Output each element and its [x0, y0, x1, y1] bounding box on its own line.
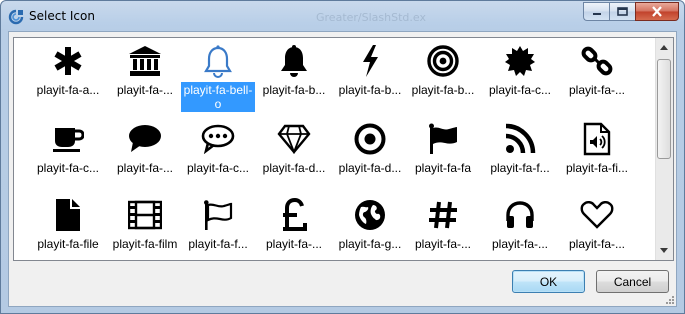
title-bar[interactable]: Select Icon Greater/SlashStd.ex	[1, 1, 684, 31]
flag-o-icon	[198, 196, 238, 234]
icon-item-label: playit-fa-f...	[490, 161, 550, 175]
icon-item-label: playit-fa-...	[491, 237, 548, 251]
headphones-icon	[500, 196, 540, 234]
diamond-icon	[274, 120, 314, 158]
bullseye-icon	[423, 42, 463, 80]
select-icon-dialog: Select Icon Greater/SlashStd.ex playit-f…	[0, 0, 685, 314]
file-icon	[48, 196, 88, 234]
vertical-scrollbar[interactable]	[655, 38, 673, 260]
gbp-icon	[274, 196, 314, 234]
film-icon	[125, 196, 165, 234]
icon-item[interactable]: playit-fa-...	[107, 42, 183, 98]
icon-item-label: playit-fa-c...	[36, 161, 99, 175]
icon-item[interactable]: playit-fa-b...	[256, 42, 332, 98]
icon-item-label: playit-fa-d...	[262, 161, 326, 175]
scroll-up-button[interactable]	[656, 39, 672, 56]
icon-item-label: playit-fa-...	[116, 83, 173, 97]
bank-icon	[125, 42, 165, 80]
heart-o-icon	[577, 196, 617, 234]
icon-item[interactable]: playit-fa-f...	[482, 120, 558, 176]
icon-item-label: playit-fa-fa	[414, 161, 472, 175]
icon-item-label: playit-fa-...	[568, 83, 625, 97]
icon-item[interactable]: playit-fa-f...	[180, 196, 256, 252]
icon-item[interactable]: playit-fa-c...	[180, 120, 256, 176]
window-title: Select Icon	[29, 9, 95, 23]
icon-item[interactable]: playit-fa-fa	[405, 120, 481, 176]
scrollbar-thumb[interactable]	[657, 59, 671, 159]
icon-item-label: playit-fa-bell-o	[181, 82, 255, 112]
icon-item[interactable]: playit-fa-c...	[30, 120, 106, 176]
coffee-icon	[48, 120, 88, 158]
caption-buttons	[583, 2, 679, 21]
icon-item[interactable]: playit-fa-...	[405, 196, 481, 252]
feed-icon	[500, 120, 540, 158]
icon-item[interactable]: playit-fa-c...	[482, 42, 558, 98]
commenting-o-icon	[198, 120, 238, 158]
icon-item-label: playit-fa-film	[112, 237, 178, 251]
background-title-ghost: Greater/SlashStd.ex	[316, 11, 426, 24]
chain-icon	[577, 42, 617, 80]
dialog-client-area: playit-fa-a... playit-fa-... playit-fa-b…	[8, 31, 677, 307]
cancel-button[interactable]: Cancel	[596, 270, 669, 293]
maximize-icon	[617, 7, 628, 16]
icon-item-label: playit-fa-b...	[411, 83, 475, 97]
app-icon	[8, 9, 24, 25]
icon-item[interactable]: playit-fa-a...	[30, 42, 106, 98]
icon-item[interactable]: playit-fa-b...	[405, 42, 481, 98]
icon-item-label: playit-fa-c...	[488, 83, 551, 97]
icon-item-label: playit-fa-...	[265, 237, 322, 251]
icon-item[interactable]: playit-fa-d...	[332, 120, 408, 176]
icon-item-label: playit-fa-b...	[338, 83, 402, 97]
icon-item[interactable]: playit-fa-...	[482, 196, 558, 252]
comment-icon	[125, 120, 165, 158]
icon-item-label: playit-fa-file	[37, 237, 99, 251]
icon-item[interactable]: playit-fa-fi...	[559, 120, 635, 176]
icon-item-label: playit-fa-f...	[188, 237, 248, 251]
file-audio-icon	[577, 120, 617, 158]
close-button[interactable]	[635, 2, 679, 21]
bell-o-icon	[198, 42, 238, 80]
icon-item-label: playit-fa-...	[414, 237, 471, 251]
icon-item-selected[interactable]: playit-fa-bell-o	[180, 42, 256, 112]
minimize-icon	[592, 12, 601, 15]
icon-item[interactable]: playit-fa-...	[559, 42, 635, 98]
icon-item-label: playit-fa-g...	[338, 237, 402, 251]
icon-item-label: playit-fa-b...	[262, 83, 326, 97]
icon-item[interactable]: playit-fa-...	[559, 196, 635, 252]
icon-item-label: playit-fa-c...	[186, 161, 249, 175]
ok-button[interactable]: OK	[512, 270, 585, 293]
icon-item[interactable]: playit-fa-b...	[332, 42, 408, 98]
icon-item-label: playit-fa-a...	[36, 83, 100, 97]
maximize-button[interactable]	[609, 2, 635, 21]
icon-item-label: playit-fa-...	[568, 237, 625, 251]
bolt-icon	[350, 42, 390, 80]
icon-item[interactable]: playit-fa-film	[107, 196, 183, 252]
icon-list[interactable]: playit-fa-a... playit-fa-... playit-fa-b…	[13, 37, 674, 261]
chevron-up-icon	[660, 45, 668, 50]
icon-item[interactable]: playit-fa-...	[256, 196, 332, 252]
certificate-icon	[500, 42, 540, 80]
chevron-down-icon	[660, 248, 668, 253]
dot-circle-icon	[350, 120, 390, 158]
icon-item-label: playit-fa-fi...	[565, 161, 628, 175]
flag-icon	[423, 120, 463, 158]
bell-icon	[274, 42, 314, 80]
icon-item[interactable]: playit-fa-g...	[332, 196, 408, 252]
icon-item[interactable]: playit-fa-...	[107, 120, 183, 176]
icon-item-label: playit-fa-...	[116, 161, 173, 175]
hashtag-icon	[423, 196, 463, 234]
globe-icon	[350, 196, 390, 234]
icon-item-label: playit-fa-d...	[338, 161, 402, 175]
scroll-down-button[interactable]	[656, 242, 672, 259]
resize-grip-icon[interactable]	[664, 294, 674, 304]
icon-item[interactable]: playit-fa-d...	[256, 120, 332, 176]
close-icon	[652, 6, 662, 17]
asterisk-icon	[48, 42, 88, 80]
minimize-button[interactable]	[583, 2, 609, 21]
icon-item[interactable]: playit-fa-file	[30, 196, 106, 252]
